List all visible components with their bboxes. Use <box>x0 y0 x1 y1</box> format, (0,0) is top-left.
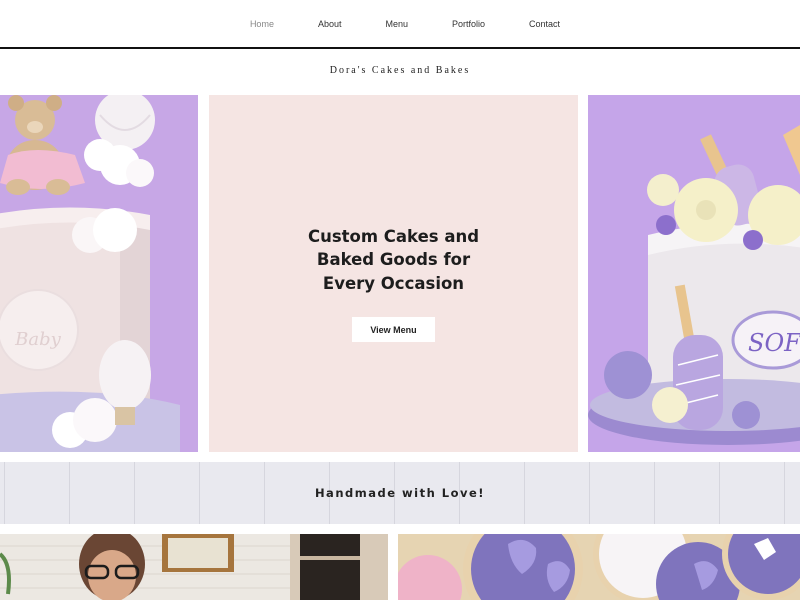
cake-photo-right: SOF <box>588 95 800 452</box>
nav-item-portfolio[interactable]: Portfolio <box>430 19 507 29</box>
nav-list: Home About Menu Portfolio Contact <box>228 19 582 29</box>
left-cake-plaque-text: Baby <box>14 329 61 350</box>
main-nav: Home About Menu Portfolio Contact <box>0 0 800 47</box>
header-divider <box>0 47 800 49</box>
cookies-photo <box>398 534 800 600</box>
right-cake-plaque-text: SOF <box>748 329 800 357</box>
site-title[interactable]: Dora's Cakes and Bakes <box>0 65 800 76</box>
nav-item-menu[interactable]: Menu <box>363 19 430 29</box>
cake-photo-left: Baby <box>0 95 198 452</box>
baker-photo <box>0 534 388 600</box>
nav-item-home[interactable]: Home <box>228 19 296 29</box>
hero-heading-line-2: Baked Goods for <box>316 250 471 270</box>
hero-heading-line-3: Every Occasion <box>322 273 465 293</box>
tagline-text: Handmade with Love! <box>314 486 486 500</box>
nav-item-contact[interactable]: Contact <box>507 19 582 29</box>
tagline-band: Handmade with Love! <box>0 462 800 524</box>
hero-heading-line-1: Custom Cakes and <box>307 226 480 246</box>
hero-heading: Custom Cakes and Baked Goods for Every O… <box>304 225 484 296</box>
hero-panel: Custom Cakes and Baked Goods for Every O… <box>209 95 578 452</box>
view-menu-button[interactable]: View Menu <box>352 317 435 343</box>
nav-item-about[interactable]: About <box>296 19 364 29</box>
